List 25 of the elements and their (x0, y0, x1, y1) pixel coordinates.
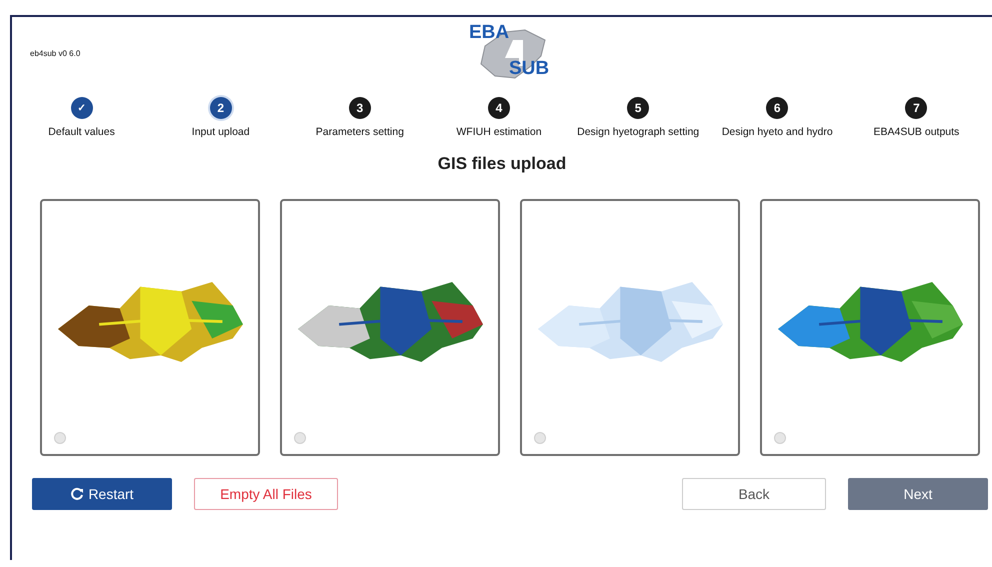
step-marker[interactable]: 5 (627, 97, 650, 119)
restart-button[interactable]: Restart (32, 478, 172, 510)
step-label: Default values (48, 126, 115, 138)
info-icon[interactable] (294, 432, 306, 444)
step-marker[interactable]: 6 (766, 97, 788, 119)
step-marker[interactable]: 3 (348, 97, 371, 119)
step-label: Input upload (192, 126, 250, 138)
back-button[interactable]: Back (682, 478, 826, 510)
next-button[interactable]: Next (848, 478, 988, 510)
step-label: Design hyeto and hydro (722, 126, 833, 138)
version-label: eb4sub v0 6.0 (30, 48, 82, 58)
step-label: Design hyetograph setting (577, 126, 700, 138)
section-title: GIS files upload (436, 154, 568, 174)
step-label: WFIUH estimation (456, 126, 542, 138)
step-marker[interactable]: 4 (488, 97, 510, 119)
step-marker[interactable]: 7 (905, 97, 928, 119)
step-label: Parameters setting (316, 126, 404, 138)
step-marker[interactable]: 2 (210, 97, 232, 119)
info-icon[interactable] (54, 432, 66, 444)
step-label: EBA4SUB outputs (874, 126, 960, 138)
empty-files-button[interactable]: Empty All Files (194, 478, 338, 510)
info-icon[interactable] (774, 432, 786, 444)
refresh-icon (70, 487, 84, 501)
info-icon[interactable] (534, 432, 546, 444)
step-marker[interactable]: ✓ (70, 97, 93, 119)
